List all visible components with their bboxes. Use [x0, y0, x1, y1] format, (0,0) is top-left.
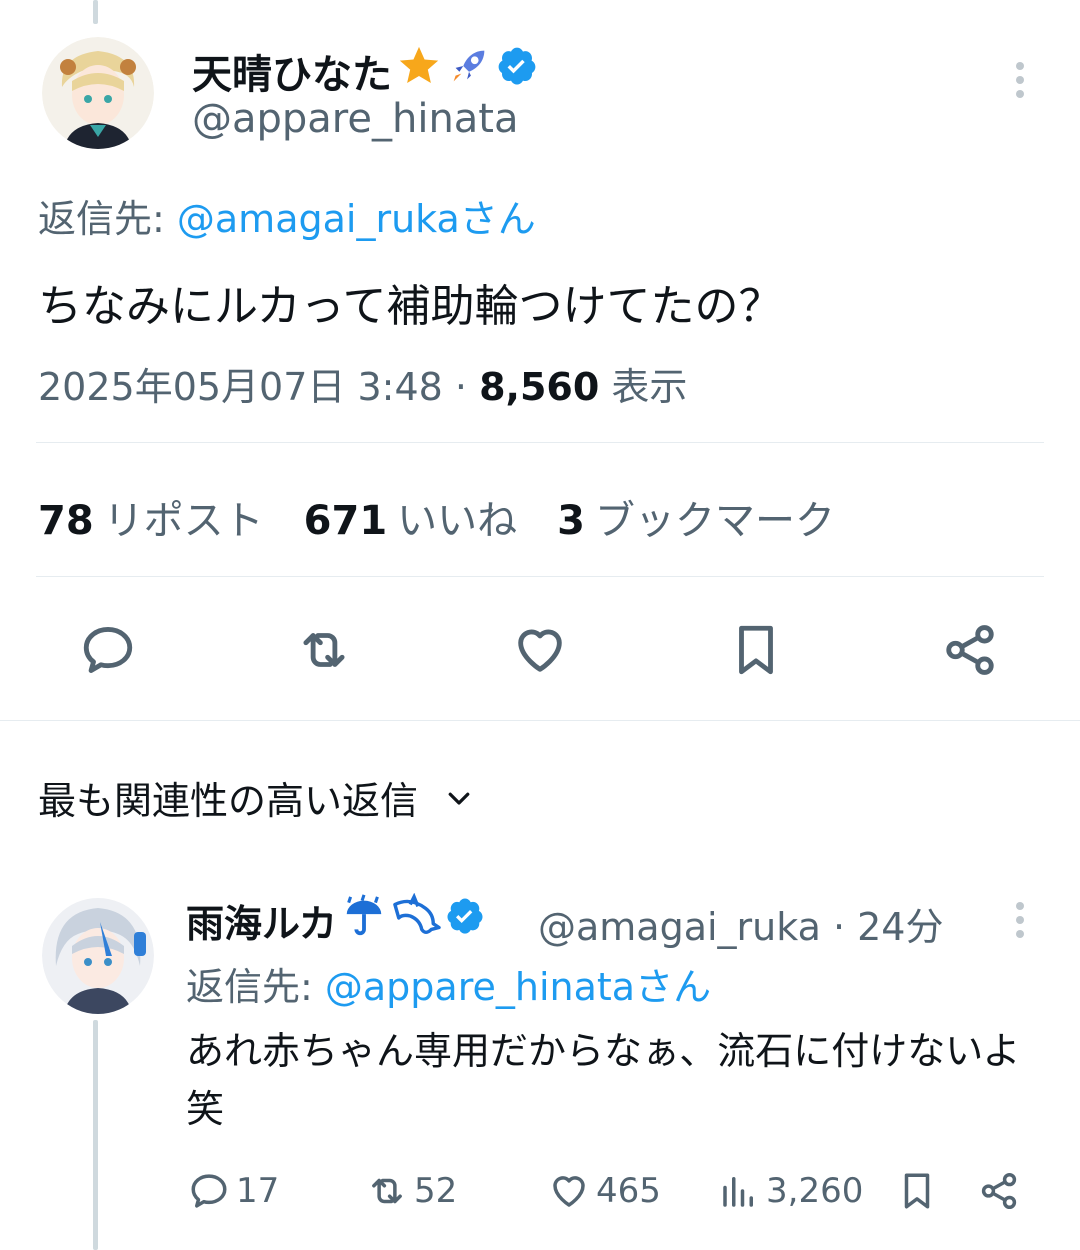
view-count: 8,560: [479, 365, 600, 409]
likes-stat[interactable]: 671 いいね: [304, 488, 518, 546]
bookmarks-count: 3: [557, 498, 586, 544]
reply-handle-time[interactable]: @amagai_ruka · 24分: [538, 896, 943, 951]
reply-count: 17: [236, 1171, 280, 1211]
reply-avatar[interactable]: [42, 896, 154, 1014]
tweet-date[interactable]: 2025年05月07日 3:48: [38, 365, 443, 409]
verified-badge-icon: [445, 896, 485, 945]
verified-badge-icon: [496, 45, 538, 97]
dolphin-emoji-icon: [391, 892, 441, 948]
reply-like-button[interactable]: 465: [548, 1168, 661, 1214]
reply-views-button[interactable]: 3,260: [718, 1168, 863, 1214]
reply-to-mention[interactable]: @amagai_rukaさん: [177, 197, 536, 241]
reply-repost-button[interactable]: 52: [366, 1168, 457, 1214]
likes-label: いいね: [397, 498, 518, 544]
display-name[interactable]: 天晴ひなた: [192, 42, 538, 100]
reply-bookmark-button[interactable]: [896, 1168, 938, 1214]
divider: [36, 442, 1044, 443]
reply-to-prefix: 返信先:: [38, 197, 177, 241]
meta-separator: ·: [442, 365, 480, 409]
rocket-emoji-icon: [446, 43, 492, 99]
heart-icon: [518, 629, 562, 672]
reply-to-line: 返信先: @amagai_rukaさん: [38, 188, 536, 243]
reply-to-line: 返信先: @appare_hinataさん: [186, 956, 711, 1011]
thread-line: [93, 1020, 98, 1250]
reply-icon: [83, 627, 133, 673]
view-label: 表示: [599, 365, 688, 409]
bookmark-icon: [739, 625, 773, 675]
reposts-count: 78: [38, 498, 94, 544]
more-options-icon[interactable]: [1008, 900, 1032, 940]
bookmark-icon: [904, 1173, 930, 1209]
reposts-stat[interactable]: 78 リポスト: [38, 488, 264, 546]
star-emoji-icon: [396, 43, 442, 99]
reply-sort-selector[interactable]: 最も関連性の高い返信: [38, 770, 474, 825]
share-button[interactable]: [940, 620, 1000, 680]
repost-button[interactable]: [294, 620, 354, 680]
reply-button[interactable]: [78, 620, 138, 680]
repost-icon: [372, 1178, 402, 1204]
display-name-text: 天晴ひなた: [192, 52, 392, 98]
avatar[interactable]: [42, 37, 154, 149]
bookmarks-label: ブックマーク: [595, 498, 836, 544]
reply-to-mention[interactable]: @appare_hinataさん: [325, 965, 711, 1009]
repost-icon: [303, 633, 345, 667]
reply-text: あれ赤ちゃん専用だからなぁ、流石に付けないよ笑: [186, 1029, 1021, 1131]
like-count: 465: [596, 1171, 661, 1211]
handle[interactable]: @appare_hinata: [192, 96, 519, 142]
reply-reply-button[interactable]: 17: [188, 1168, 279, 1214]
more-options-icon[interactable]: [1008, 60, 1032, 100]
view-count: 3,260: [766, 1171, 864, 1211]
repost-count: 52: [414, 1171, 458, 1211]
bookmarks-stat[interactable]: 3 ブックマーク: [557, 488, 835, 546]
share-icon: [981, 1172, 1017, 1210]
divider: [36, 576, 1044, 577]
thread-line-top: [93, 0, 98, 24]
reply-icon: [191, 1174, 227, 1208]
reply-share-button[interactable]: [978, 1168, 1020, 1214]
likes-count: 671: [303, 498, 388, 544]
umbrella-rain-emoji-icon: [341, 893, 387, 948]
analytics-icon: [723, 1177, 753, 1207]
tweet-text: ちなみにルカって補助輪つけてたの？: [38, 281, 783, 332]
like-button[interactable]: [510, 620, 570, 680]
reply-to-prefix: 返信先:: [186, 965, 325, 1009]
section-divider: [0, 720, 1080, 721]
tweet-meta: 2025年05月07日 3:48 · 8,560 表示: [38, 356, 687, 411]
heart-icon: [553, 1176, 585, 1207]
share-icon: [946, 625, 994, 675]
reply-display-name-text: 雨海ルカ: [186, 902, 337, 946]
reply-display-name[interactable]: 雨海ルカ: [186, 892, 485, 948]
reposts-label: リポスト: [103, 498, 264, 544]
chevron-down-icon: [448, 792, 470, 805]
sort-label: 最も関連性の高い返信: [38, 779, 419, 823]
engagement-stats: 78 リポスト 671 いいね 3 ブックマーク: [38, 488, 835, 546]
bookmark-button[interactable]: [726, 620, 786, 680]
